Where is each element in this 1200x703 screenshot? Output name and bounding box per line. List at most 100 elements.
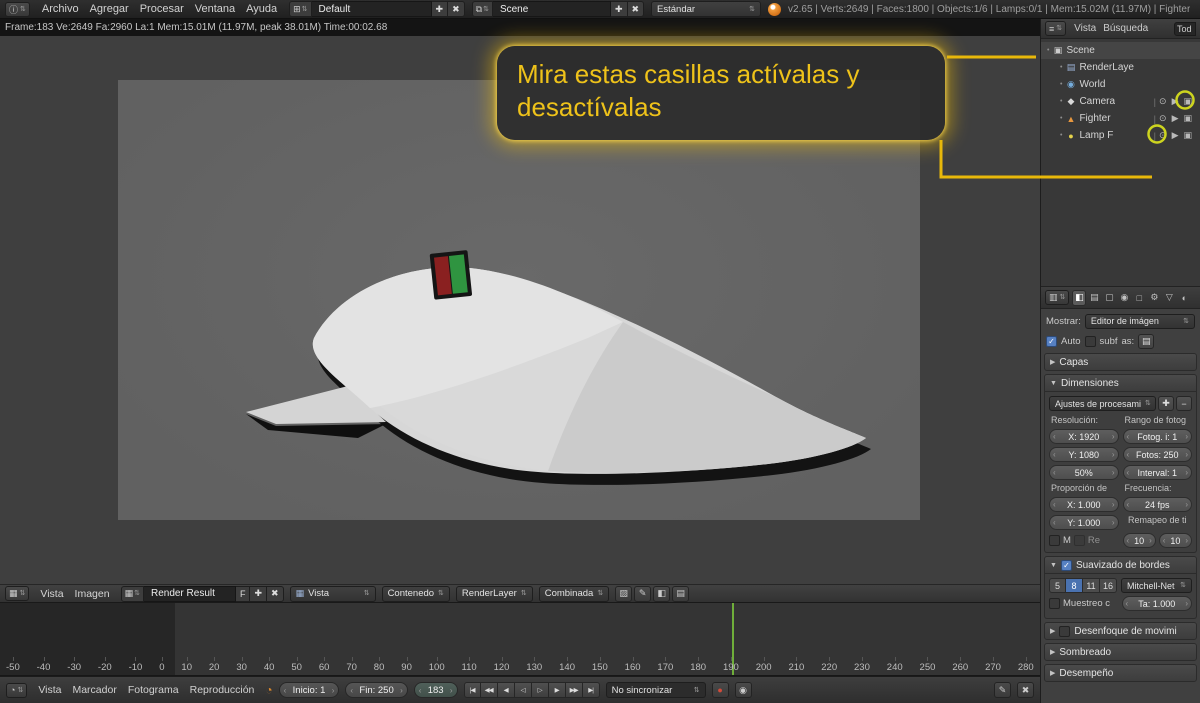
object-tab-icon[interactable]: □ xyxy=(1132,290,1146,306)
render-layer-dropdown[interactable]: RenderLayer ⇅ xyxy=(455,585,533,602)
info-editor-type-button[interactable]: ⓘ ⇅ xyxy=(5,1,30,17)
visibility-eye-icon[interactable]: ⊙ xyxy=(1159,113,1167,124)
timeline-editor-type-button[interactable]: ◔ ⇅ xyxy=(6,682,28,698)
re-checkbox[interactable] xyxy=(1073,535,1085,546)
timeline-menu-vista[interactable]: Vista xyxy=(33,684,66,696)
new-image-button[interactable]: ✚ xyxy=(250,585,268,602)
end-frame-field[interactable]: Fin: 250 xyxy=(345,682,408,698)
preview-range-clock-icon[interactable]: ◔ xyxy=(265,683,272,697)
image-menu-imagen[interactable]: Imagen xyxy=(70,588,115,600)
desenfoque-panel-header[interactable]: ▶ Desenfoque de movimi xyxy=(1044,622,1197,640)
map-old-field[interactable]: 10 xyxy=(1122,533,1156,548)
expand-dot-icon[interactable]: • xyxy=(1060,115,1062,122)
constraints-tab-icon[interactable]: ⚙ xyxy=(1147,290,1161,306)
pencil-icon[interactable]: ✎ xyxy=(994,682,1011,698)
material-tab-icon[interactable]: ◐ xyxy=(1177,290,1191,306)
outliner-item-fighter[interactable]: • ▲ Fighter | ⊙ ▶ ▣ xyxy=(1041,110,1200,127)
dimensiones-panel-header[interactable]: ▼ Dimensiones xyxy=(1044,374,1197,392)
view-mode-dropdown[interactable]: ▦ Vista ⇅ xyxy=(289,585,376,602)
jump-start-button[interactable]: |◀ xyxy=(463,682,481,698)
map-new-field[interactable]: 10 xyxy=(1158,533,1192,548)
record-button[interactable]: ● xyxy=(711,682,729,698)
outliner-item-camera[interactable]: • ◆ Camera | ⊙ ▶ ▣ xyxy=(1041,93,1200,110)
sync-mode-dropdown[interactable]: No sincronizar ⇅ xyxy=(605,682,706,698)
display-mode-dropdown[interactable]: Editor de imágen ⇅ xyxy=(1084,313,1195,329)
expand-dot-icon[interactable]: • xyxy=(1060,132,1062,139)
expand-dot-icon[interactable]: • xyxy=(1060,64,1062,71)
fake-user-button[interactable]: F xyxy=(235,585,251,602)
jump-end-button[interactable]: ▶| xyxy=(582,682,600,698)
desempeno-panel-header[interactable]: ▶ Desempeño xyxy=(1044,664,1197,682)
expand-dot-icon[interactable]: • xyxy=(1047,47,1049,54)
render-layers-tab-icon[interactable]: ▤ xyxy=(1087,290,1101,306)
properties-editor-type-button[interactable]: ▥ ⇅ xyxy=(1045,290,1070,305)
data-tab-icon[interactable]: ▽ xyxy=(1162,290,1176,306)
menu-agregar[interactable]: Agregar xyxy=(85,3,134,15)
timeline-menu-marcador[interactable]: Marcador xyxy=(67,684,121,696)
current-frame-field[interactable]: 183 xyxy=(413,682,458,698)
image-datablock-name[interactable]: Render Result xyxy=(143,585,236,602)
browse-scene-button[interactable]: ⧉ ⇅ xyxy=(471,1,493,17)
format-button[interactable]: ▤ xyxy=(1138,333,1155,349)
render-engine-dropdown[interactable]: Estándar ⇅ xyxy=(651,1,762,17)
menu-ayuda[interactable]: Ayuda xyxy=(241,3,282,15)
sombreado-panel-header[interactable]: ▶ Sombreado xyxy=(1044,643,1197,661)
menu-archivo[interactable]: Archivo xyxy=(37,3,84,15)
outliner-item-lampf[interactable]: • ● Lamp F | ⊙ ▶ ▣ xyxy=(1041,127,1200,144)
image-menu-vista[interactable]: Vista xyxy=(35,588,68,600)
play-reverse-button[interactable]: ◀ xyxy=(497,682,515,698)
render-presets-dropdown[interactable]: Ajustes de procesami ⇅ xyxy=(1049,396,1156,411)
selectable-arrow-icon[interactable]: ▶ xyxy=(1172,113,1179,124)
add-preset-button[interactable]: ✚ xyxy=(1158,396,1174,411)
outliner-item-scene[interactable]: • ▣ Scene xyxy=(1041,42,1200,59)
aspect-y-field[interactable]: Y: 1.000 xyxy=(1049,515,1119,530)
remove-preset-button[interactable]: − xyxy=(1176,396,1192,411)
suavizado-panel-header[interactable]: ▼ Suavizado de bordes xyxy=(1044,556,1197,574)
outliner-editor-type-button[interactable]: ≡ ⇅ xyxy=(1045,21,1067,36)
delete-screen-button[interactable]: ✖ xyxy=(448,1,465,17)
frame-step-field[interactable]: Interval: 1 xyxy=(1122,465,1192,480)
delete-scene-button[interactable]: ✖ xyxy=(627,1,645,17)
next-keyframe-button[interactable]: ▶▶ xyxy=(565,682,583,698)
scopes-icon[interactable]: ▤ xyxy=(672,585,690,602)
selectable-arrow-icon[interactable]: ▶ xyxy=(1172,96,1179,107)
image-editor-type-button[interactable]: ▦ ⇅ xyxy=(5,586,30,601)
timeline-menu-fotograma[interactable]: Fotograma xyxy=(123,684,184,696)
visibility-eye-icon[interactable]: ⊙ xyxy=(1159,96,1167,107)
expand-dot-icon[interactable]: • xyxy=(1060,81,1062,88)
add-scene-button[interactable]: ✚ xyxy=(610,1,628,17)
renderable-camera-icon[interactable]: ▣ xyxy=(1183,113,1192,124)
aa-samples-11[interactable]: 11 xyxy=(1083,578,1100,593)
aa-samples-5[interactable]: 5 xyxy=(1049,578,1066,593)
display-filter-dropdown[interactable]: Tod xyxy=(1174,21,1196,36)
timeline-menu-reproduccion[interactable]: Reproducción xyxy=(185,684,260,696)
menu-ventana[interactable]: Ventana xyxy=(190,3,240,15)
close-icon[interactable]: ✖ xyxy=(1017,682,1034,698)
timeline-ruler[interactable]: -50 -40 -30 -20 -10 0 10 20 30 40 50 60 70 80 90 100 110… xyxy=(0,603,1040,676)
motion-blur-checkbox[interactable] xyxy=(1059,625,1071,637)
outliner-item-renderlaye[interactable]: • ▤ RenderLaye xyxy=(1041,59,1200,76)
checker-alpha-icon[interactable]: ▨ xyxy=(615,585,633,602)
aspect-x-field[interactable]: X: 1.000 xyxy=(1049,497,1119,512)
slot-dropdown[interactable]: Contenedo ⇅ xyxy=(381,585,450,602)
prev-keyframe-button[interactable]: ◀◀ xyxy=(480,682,498,698)
paint-icon[interactable]: ✎ xyxy=(634,585,652,602)
visibility-eye-icon[interactable]: ⊙ xyxy=(1159,130,1167,141)
scene-tab-icon[interactable]: ▢ xyxy=(1102,290,1116,306)
capas-panel-header[interactable]: ▶ Capas xyxy=(1044,353,1197,371)
clip-icon[interactable]: ◧ xyxy=(653,585,671,602)
browse-screen-button[interactable]: ⊞ ⇅ xyxy=(289,1,312,17)
world-tab-icon[interactable]: ◉ xyxy=(1117,290,1131,306)
outliner-menu-vista[interactable]: Vista xyxy=(1071,23,1099,34)
outliner-item-world[interactable]: • ◉ World xyxy=(1041,76,1200,93)
unlink-image-button[interactable]: ✖ xyxy=(267,585,284,602)
selectable-arrow-icon[interactable]: ▶ xyxy=(1172,130,1179,141)
play-button[interactable]: ▶ xyxy=(548,682,566,698)
render-tab-icon[interactable]: ◧ xyxy=(1072,289,1087,306)
render-pass-dropdown[interactable]: Combinada ⇅ xyxy=(538,585,610,602)
renderable-camera-icon[interactable]: ▣ xyxy=(1183,130,1192,141)
auto-checkbox[interactable] xyxy=(1046,335,1057,347)
full-sample-checkbox[interactable] xyxy=(1049,598,1060,609)
scene-name[interactable]: Scene xyxy=(492,1,611,17)
subf-checkbox[interactable] xyxy=(1084,335,1096,347)
